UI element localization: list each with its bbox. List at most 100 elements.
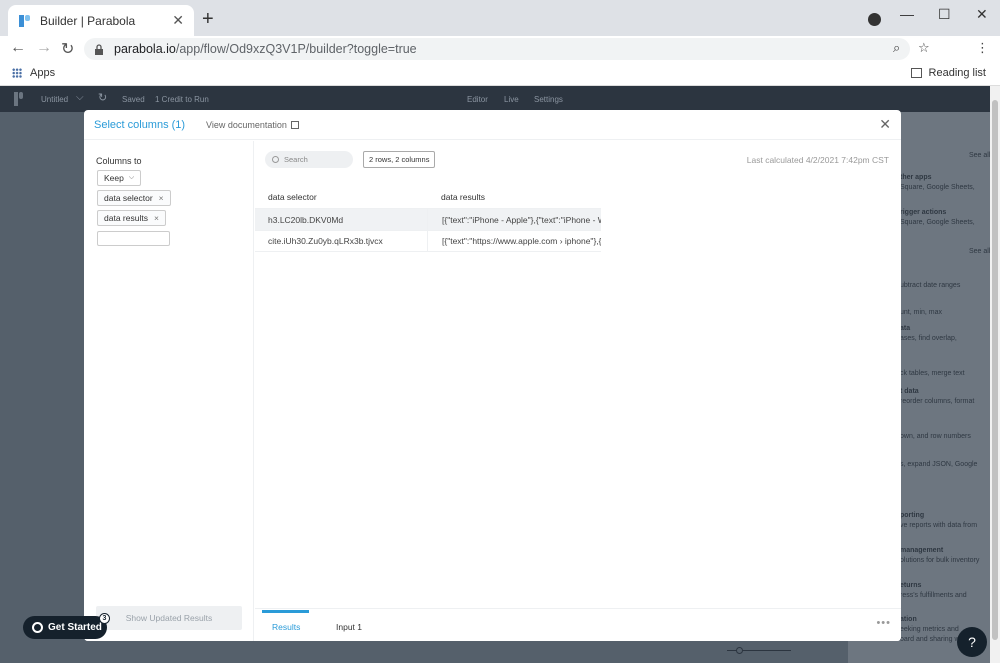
see-all-link[interactable]: See all bbox=[969, 248, 990, 255]
select-columns-modal: Select columns (1) View documentation ✕ … bbox=[84, 110, 901, 641]
columns-to-label: Columns to bbox=[96, 156, 142, 166]
library-item-desc: own, and row numbers bbox=[900, 433, 971, 440]
flow-name[interactable]: Untitled bbox=[41, 95, 68, 104]
browser-tab[interactable]: Builder | Parabola ✕ bbox=[8, 5, 194, 36]
table-cell: [{"text":"https://www.apple.com › iphone… bbox=[427, 231, 601, 251]
tab-input-1[interactable]: Input 1 bbox=[336, 622, 362, 632]
scrollbar-thumb[interactable] bbox=[992, 100, 998, 640]
modal-header: Select columns (1) View documentation ✕ bbox=[84, 110, 901, 140]
library-item-desc: ress's fulfillments and bbox=[900, 592, 967, 599]
browser-tab-bar: Builder | Parabola ✕ + — ☐ ✕ bbox=[0, 0, 1000, 36]
table-header: data selector data results bbox=[255, 186, 601, 208]
library-item-title: management bbox=[900, 547, 944, 554]
reading-list-button[interactable]: Reading list bbox=[910, 67, 986, 79]
help-button[interactable]: ? bbox=[957, 627, 987, 657]
library-item-title: ata bbox=[900, 325, 911, 332]
search-input[interactable]: Search bbox=[265, 151, 353, 168]
address-bar[interactable]: parabola.io/app/flow/Od9xzQ3V1P/builder?… bbox=[84, 38, 910, 60]
column-tag[interactable]: data selector × bbox=[97, 190, 171, 206]
library-item-desc: Square, Google Sheets, bbox=[900, 219, 975, 226]
modal-close-icon[interactable]: ✕ bbox=[879, 116, 891, 133]
get-started-badge: 3 bbox=[99, 613, 110, 624]
add-column-input[interactable] bbox=[97, 231, 170, 246]
remove-tag-icon[interactable]: × bbox=[154, 213, 159, 223]
table-row[interactable]: cite.iUh30.Zu0yb.qLRx3b.tjvcx [{"text":"… bbox=[255, 230, 601, 252]
get-started-button[interactable]: Get Started bbox=[23, 616, 107, 639]
lock-icon bbox=[95, 43, 103, 55]
forward-button[interactable]: → bbox=[36, 39, 52, 57]
back-button[interactable]: ← bbox=[10, 39, 26, 57]
library-item-desc: s, expand JSON, Google bbox=[900, 461, 978, 468]
external-link-icon bbox=[290, 121, 299, 129]
tab-title: Builder | Parabola bbox=[40, 13, 136, 28]
see-all-link[interactable]: See all bbox=[969, 152, 990, 159]
library-item-desc: unt, min, max bbox=[900, 309, 943, 316]
column-tag[interactable]: data results × bbox=[97, 210, 166, 226]
library-item-desc: ases, find overlap, bbox=[900, 335, 957, 342]
reading-list-icon bbox=[910, 68, 922, 78]
maximize-button[interactable]: ☐ bbox=[938, 6, 951, 23]
zoom-icon[interactable]: ⌕ bbox=[893, 40, 900, 56]
column-header[interactable]: data results bbox=[427, 186, 601, 208]
tab-close-icon[interactable]: ✕ bbox=[172, 12, 184, 29]
library-item-title: ther apps bbox=[900, 174, 932, 181]
browser-toolbar: ← → ↻ parabola.io/app/flow/Od9xzQ3V1P/bu… bbox=[0, 36, 1000, 62]
profile-icon[interactable] bbox=[868, 13, 881, 26]
search-icon bbox=[272, 156, 279, 163]
minimize-button[interactable]: — bbox=[900, 6, 914, 22]
reading-list-label: Reading list bbox=[928, 67, 986, 79]
show-updated-results-button[interactable]: Show Updated Results bbox=[96, 606, 242, 630]
keep-mode-value: Keep bbox=[104, 173, 124, 183]
library-item-desc: ve reports with data from bbox=[900, 522, 978, 529]
library-item-desc: ck tables, merge text bbox=[900, 370, 965, 377]
library-item-title: rigger actions bbox=[900, 209, 947, 216]
bookmark-star-icon[interactable]: ☆ bbox=[918, 40, 930, 56]
apps-label: Apps bbox=[30, 67, 56, 79]
last-calculated-text: Last calculated 4/2/2021 7:42pm CST bbox=[746, 155, 889, 165]
close-window-button[interactable]: ✕ bbox=[976, 6, 988, 23]
view-documentation-link[interactable]: View documentation bbox=[206, 120, 299, 130]
app-logo-icon bbox=[14, 92, 23, 106]
settings-pane: Columns to Keep ⌵ data selector × data r… bbox=[84, 141, 254, 641]
library-item-desc: olutions for bulk inventory bbox=[900, 557, 980, 564]
apps-bookmark[interactable]: Apps bbox=[12, 67, 55, 79]
doc-link-label: View documentation bbox=[206, 120, 287, 130]
tab-results[interactable]: Results bbox=[272, 622, 300, 632]
apps-grid-icon bbox=[12, 68, 22, 78]
url-host: parabola.io bbox=[114, 42, 176, 56]
zoom-slider-handle[interactable] bbox=[736, 647, 743, 654]
column-header[interactable]: data selector bbox=[255, 192, 427, 202]
table-row[interactable]: h3.LC20lb.DKV0Md [{"text":"iPhone - Appl… bbox=[255, 208, 601, 230]
library-item-title: eturns bbox=[900, 582, 922, 589]
search-placeholder: Search bbox=[284, 155, 308, 164]
table-cell: cite.iUh30.Zu0yb.qLRx3b.tjvcx bbox=[268, 236, 383, 246]
more-options-icon[interactable]: ••• bbox=[876, 617, 891, 629]
library-item-desc: reorder columns, format bbox=[900, 398, 975, 405]
table-cell: h3.LC20lb.DKV0Md bbox=[268, 214, 344, 225]
reload-button[interactable]: ↻ bbox=[61, 39, 74, 59]
page-scrollbar[interactable] bbox=[990, 86, 1000, 663]
column-tag-label: data selector bbox=[104, 193, 153, 203]
library-item-desc: Square, Google Sheets, bbox=[900, 184, 975, 191]
tab-editor[interactable]: Editor bbox=[467, 95, 488, 104]
get-started-label: Get Started bbox=[48, 622, 102, 633]
modal-title: Select columns (1) bbox=[94, 119, 186, 131]
url-path: /app/flow/Od9xzQ3V1P/builder?toggle=true bbox=[175, 42, 417, 56]
parabola-logo-icon bbox=[19, 14, 30, 27]
tab-live[interactable]: Live bbox=[504, 95, 519, 104]
browser-menu-icon[interactable]: ⋮ bbox=[976, 40, 989, 56]
library-item-title: t data bbox=[900, 388, 919, 395]
library-item-title: ation bbox=[900, 616, 917, 623]
new-tab-button[interactable]: + bbox=[202, 9, 214, 29]
refresh-icon[interactable]: ↻ bbox=[98, 91, 107, 104]
bookmarks-bar: Apps Reading list bbox=[0, 62, 1000, 86]
results-tabs-bar: Results Input 1 ••• bbox=[255, 608, 901, 641]
table-cell: [{"text":"iPhone - Apple"},{"text":"iPho… bbox=[427, 209, 601, 230]
saved-status: Saved bbox=[122, 95, 145, 104]
keep-mode-select[interactable]: Keep ⌵ bbox=[97, 170, 142, 186]
app-header: Untitled ⌵ ↻ Saved 1 Credit to Run Edito… bbox=[0, 86, 990, 112]
tab-settings[interactable]: Settings bbox=[534, 95, 563, 104]
remove-tag-icon[interactable]: × bbox=[159, 193, 164, 203]
check-circle-icon bbox=[32, 622, 43, 633]
flow-menu-chevron-icon[interactable]: ⌵ bbox=[76, 92, 84, 103]
